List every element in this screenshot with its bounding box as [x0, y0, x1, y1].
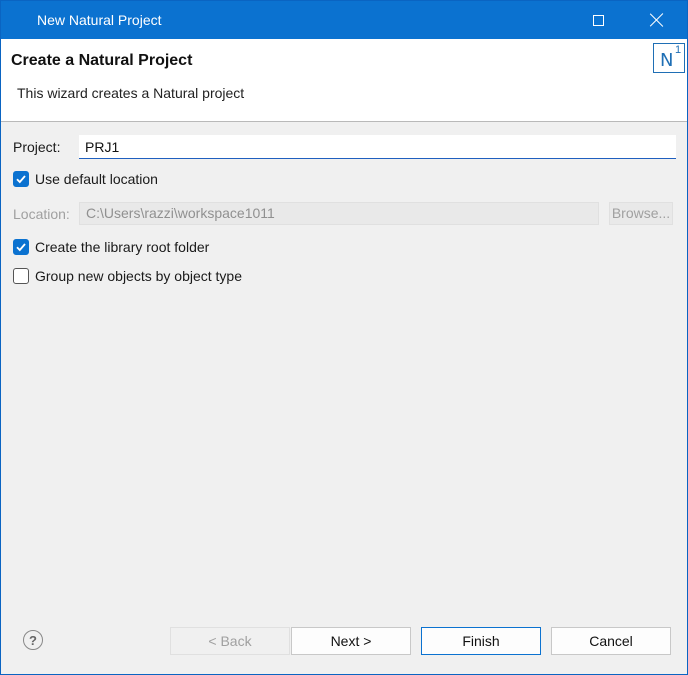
- checkbox-unchecked-icon: [13, 268, 29, 284]
- location-input: C:\Users\razzi\workspace1011: [79, 202, 599, 225]
- group-by-type-label: Group new objects by object type: [35, 268, 243, 284]
- close-button[interactable]: [628, 1, 686, 39]
- logo-letter: N: [660, 50, 674, 71]
- maximize-icon: [592, 14, 604, 26]
- close-icon: [650, 13, 664, 27]
- project-label: Project:: [13, 139, 61, 155]
- wizard-page-content: Project: Use default location Location: …: [1, 123, 687, 613]
- window-title: New Natural Project: [37, 12, 162, 28]
- cancel-button[interactable]: Cancel: [551, 627, 671, 655]
- back-button: < Back: [170, 627, 290, 655]
- maximize-button[interactable]: [569, 1, 627, 39]
- logo-superscript: 1: [675, 44, 682, 56]
- project-name-input[interactable]: [79, 135, 676, 159]
- checkbox-checked-icon: [13, 239, 29, 255]
- title-bar: New Natural Project: [1, 1, 687, 39]
- create-library-root-checkbox[interactable]: Create the library root folder: [13, 239, 209, 255]
- wizard-banner: Create a Natural Project This wizard cre…: [1, 39, 687, 122]
- wizard-description: This wizard creates a Natural project: [17, 85, 245, 101]
- create-library-root-label: Create the library root folder: [35, 239, 210, 255]
- natural-logo-icon: N 1: [653, 43, 685, 73]
- use-default-location-label: Use default location: [35, 171, 158, 187]
- browse-button: Browse...: [609, 202, 673, 225]
- wizard-title: Create a Natural Project: [11, 52, 193, 69]
- help-icon[interactable]: ?: [23, 630, 43, 650]
- new-natural-project-dialog: New Natural Project Create a Natural Pro…: [0, 0, 688, 675]
- checkbox-checked-icon: [13, 171, 29, 187]
- use-default-location-checkbox[interactable]: Use default location: [13, 171, 158, 187]
- location-label: Location:: [13, 206, 70, 222]
- finish-button[interactable]: Finish: [421, 627, 541, 655]
- group-by-type-checkbox[interactable]: Group new objects by object type: [13, 268, 242, 284]
- next-button[interactable]: Next >: [291, 627, 411, 655]
